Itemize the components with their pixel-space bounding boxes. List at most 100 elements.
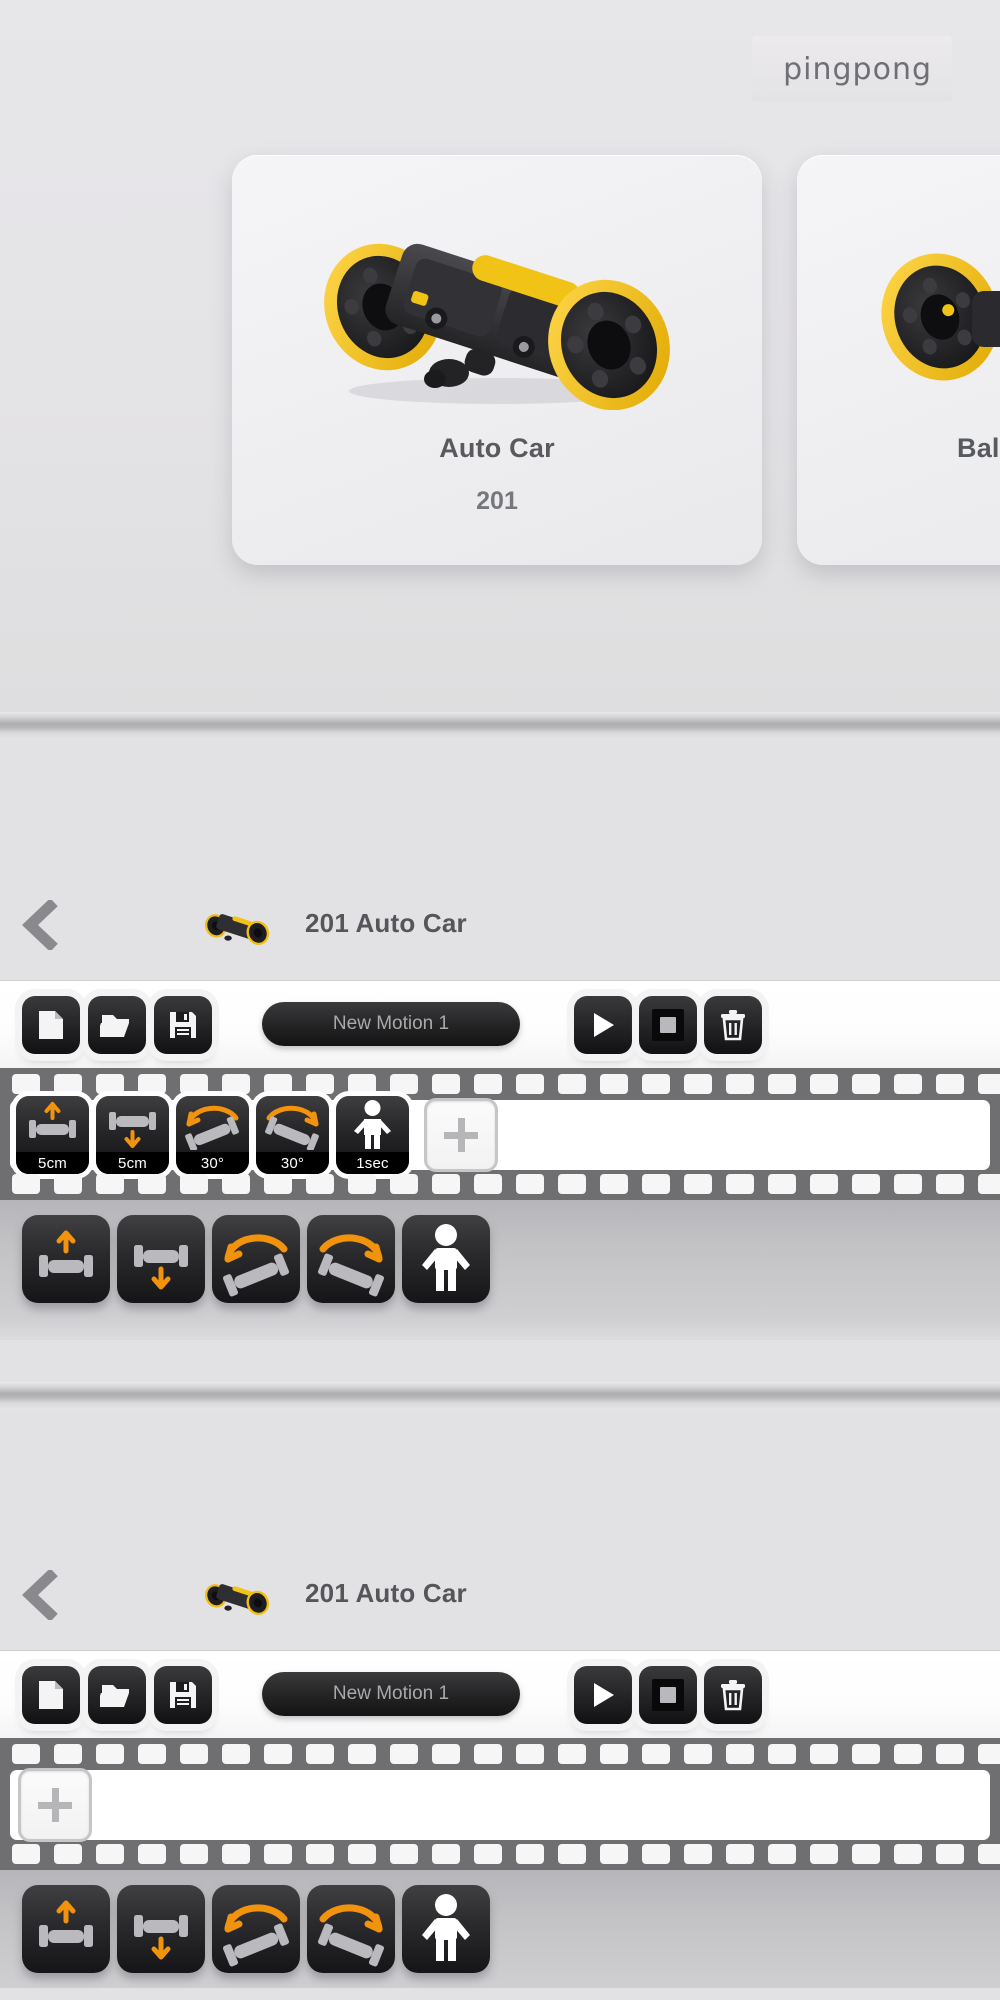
film-perforation	[642, 1744, 670, 1764]
new-file-button[interactable]	[22, 996, 80, 1054]
film-perforation	[264, 1844, 292, 1864]
new-file-icon	[39, 1681, 63, 1709]
turn-right-glyph	[265, 1105, 319, 1152]
stop-button[interactable]	[639, 1666, 697, 1724]
timeline-filmstrip[interactable]	[0, 1738, 1000, 1870]
motion-name-input[interactable]: New Motion 1	[262, 1672, 520, 1716]
brand-logo: pingpong	[783, 52, 932, 87]
film-perforation	[978, 1844, 1000, 1864]
film-perforation	[726, 1074, 754, 1094]
timeline-frame[interactable]: 30°	[256, 1096, 329, 1174]
model-card-rail[interactable]: Auto Car 201 Bal	[0, 155, 1000, 565]
film-perforation	[978, 1744, 1000, 1764]
delete-button[interactable]	[704, 1666, 762, 1724]
model-card-auto-car[interactable]: Auto Car 201	[232, 155, 762, 565]
timeline-track[interactable]	[10, 1768, 990, 1842]
film-perforation	[558, 1844, 586, 1864]
film-perforation	[852, 1174, 880, 1194]
timeline-frame[interactable]: 5cm	[96, 1096, 169, 1174]
wait-person-icon	[422, 1894, 470, 1961]
film-perforation	[936, 1174, 964, 1194]
add-frame-button[interactable]	[424, 1098, 498, 1172]
palette-move-forward-button[interactable]	[22, 1215, 110, 1303]
film-perforation	[96, 1744, 124, 1764]
film-perforation	[768, 1074, 796, 1094]
film-perforation	[516, 1744, 544, 1764]
motion-name-input[interactable]: New Motion 1	[262, 1002, 520, 1046]
film-perforation	[306, 1844, 334, 1864]
film-perforation	[138, 1744, 166, 1764]
timeline-track[interactable]: 5cm 5cm 30° 30° 1sec	[10, 1096, 990, 1174]
film-perforation	[558, 1074, 586, 1094]
new-file-button[interactable]	[22, 1666, 80, 1724]
wait-person-icon	[336, 1098, 409, 1150]
film-perforation	[390, 1174, 418, 1194]
film-perforation	[12, 1174, 40, 1194]
timeline-frame[interactable]: 1sec	[336, 1096, 409, 1174]
motion-editor-with-frames: 201 Auto Car New Motion 1 5cm 5cm 30° 30…	[0, 740, 1000, 1390]
timeline-filmstrip[interactable]: 5cm 5cm 30° 30° 1sec	[0, 1068, 1000, 1200]
film-perforation	[474, 1744, 502, 1764]
film-perforation	[852, 1844, 880, 1864]
film-perforation	[684, 1844, 712, 1864]
model-card-number: 201	[476, 487, 518, 515]
turn-left-icon	[222, 1234, 290, 1297]
model-thumbnail	[198, 890, 276, 960]
timeline-frame[interactable]: 5cm	[16, 1096, 89, 1174]
new-file-icon	[39, 1011, 63, 1039]
film-perforation	[558, 1744, 586, 1764]
palette-move-forward-button[interactable]	[22, 1885, 110, 1973]
film-perforations-top	[0, 1744, 1000, 1764]
stop-icon	[652, 1009, 684, 1041]
palette-turn-left-button[interactable]	[212, 1215, 300, 1303]
film-perforation	[600, 1174, 628, 1194]
film-perforation	[894, 1074, 922, 1094]
film-perforation	[222, 1844, 250, 1864]
move-forward-icon	[39, 1900, 93, 1947]
film-perforation	[96, 1174, 124, 1194]
auto-car-thumb-icon	[204, 914, 270, 945]
back-chevron-icon[interactable]	[16, 1568, 62, 1622]
film-perforation	[642, 1074, 670, 1094]
add-frame-button[interactable]	[18, 1768, 92, 1842]
play-button[interactable]	[574, 996, 632, 1054]
stop-button[interactable]	[639, 996, 697, 1054]
save-button[interactable]	[154, 1666, 212, 1724]
film-perforation	[474, 1844, 502, 1864]
film-perforation	[180, 1174, 208, 1194]
palette-wait-button[interactable]	[402, 1215, 490, 1303]
save-button[interactable]	[154, 996, 212, 1054]
film-perforation	[558, 1174, 586, 1194]
model-thumbnail	[198, 1560, 276, 1630]
frame-caption: 5cm	[96, 1152, 169, 1174]
open-folder-button[interactable]	[88, 996, 146, 1054]
film-perforation	[936, 1744, 964, 1764]
palette-turn-right-button[interactable]	[307, 1215, 395, 1303]
play-button[interactable]	[574, 1666, 632, 1724]
palette-move-backward-button[interactable]	[117, 1885, 205, 1973]
move-forward-icon	[16, 1098, 89, 1150]
film-perforation	[852, 1074, 880, 1094]
balance-robot-icon	[881, 253, 1000, 381]
open-folder-icon	[100, 1685, 129, 1707]
open-folder-button[interactable]	[88, 1666, 146, 1724]
frame-list	[16, 1757, 92, 1853]
palette-turn-right-button[interactable]	[307, 1885, 395, 1973]
film-perforation	[222, 1744, 250, 1764]
back-chevron-icon[interactable]	[16, 898, 62, 952]
film-perforation	[138, 1174, 166, 1194]
film-perforation	[642, 1844, 670, 1864]
film-perforation	[264, 1174, 292, 1194]
delete-button[interactable]	[704, 996, 762, 1054]
timeline-frame[interactable]: 30°	[176, 1096, 249, 1174]
palette-turn-left-button[interactable]	[212, 1885, 300, 1973]
palette-move-backward-button[interactable]	[117, 1215, 205, 1303]
palette-wait-button[interactable]	[402, 1885, 490, 1973]
model-card-balance[interactable]: Balance	[797, 155, 1000, 565]
film-perforation	[432, 1744, 460, 1764]
stop-icon	[652, 1679, 684, 1711]
frame-caption: 1sec	[336, 1152, 409, 1174]
auto-car-robot-image	[232, 195, 762, 410]
film-perforation	[516, 1074, 544, 1094]
film-perforations-bottom	[0, 1174, 1000, 1194]
